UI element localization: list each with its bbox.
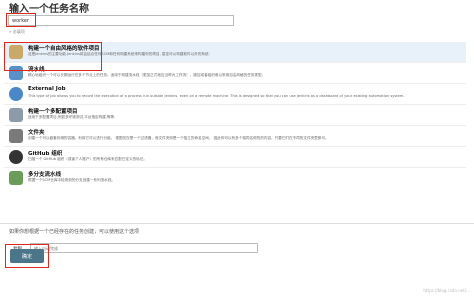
page-title: 输入一个任务名称 [9,4,89,15]
pipeline-icon [9,66,23,80]
item-type-desc: 根据一个SCM仓库中检测到的分支创建一系列流水线。 [28,178,115,182]
copy-from-section: 如果你想根据一个已经存在的任务创建，可以使用这个选项 复制 [0,223,474,264]
item-type-desc: 适用于多配置项目,例如多环境测试,平台指定构建,等等. [28,115,116,119]
github-icon [9,150,23,164]
item-type-label: 多分支流水线 [28,172,62,178]
item-type-external-job[interactable]: External Job This type of job allows you… [4,83,466,104]
copy-from-input[interactable] [30,243,258,253]
item-type-label: 文件夹 [28,130,45,136]
item-type-desc: 精心地组织一个可以长期运行在多个节点上的任务。适用于构建流水线（更加正式地应当称… [28,73,266,77]
item-type-desc: 创建一个可以嵌套存储的容器。利用它可以进行分组。 视图仅仅是一个过滤器，而文件夹… [28,136,329,140]
multibranch-icon [9,171,23,185]
item-name-input[interactable] [8,15,234,26]
freestyle-icon [9,45,23,59]
item-type-github-org[interactable]: GitHub 组织 扫描一个 GitHub 组织（或者个人账户）的所有仓库来匹配… [4,146,466,167]
item-type-desc: This type of job allows you to record th… [28,94,405,98]
item-type-label: 构建一个自由风格的软件项目 [28,46,100,52]
watermark: https://blog.csdn.net/... [423,288,470,293]
item-type-freestyle[interactable]: 构建一个自由风格的软件项目 这是Jenkins的主要功能.Jenkins将会结合… [4,42,466,62]
item-type-desc: 扫描一个 GitHub 组织（或者个人账户）的所有仓库来匹配已定义的标记。 [28,157,147,161]
item-type-label: 流水线 [28,67,45,73]
item-type-pipeline[interactable]: 流水线 精心地组织一个可以长期运行在多个节点上的任务。适用于构建流水线（更加正式… [4,62,466,83]
item-type-label: GitHub 组织 [28,151,63,157]
item-type-multibranch[interactable]: 多分支流水线 根据一个SCM仓库中检测到的分支创建一系列流水线。 [4,167,466,188]
item-type-multi-config[interactable]: 构建一个多配置项目 适用于多配置项目,例如多环境测试,平台指定构建,等等. [4,104,466,125]
item-type-folder[interactable]: 文件夹 创建一个可以嵌套存储的容器。利用它可以进行分组。 视图仅仅是一个过滤器，… [4,125,466,146]
required-hint: » 必填项 [9,29,25,34]
item-type-label: 构建一个多配置项目 [28,109,78,115]
external-job-icon [9,87,23,101]
item-type-label: External Job [28,86,66,92]
item-type-list: 构建一个自由风格的软件项目 这是Jenkins的主要功能.Jenkins将会结合… [4,42,466,188]
ok-button[interactable]: 确定 [10,249,44,263]
item-type-desc: 这是Jenkins的主要功能.Jenkins将会结合任何SCM和任何构建系统来构… [28,52,210,56]
multi-config-icon [9,108,23,122]
folder-icon [9,129,23,143]
copy-hint: 如果你想根据一个已经存在的任务创建，可以使用这个选项 [9,229,140,235]
